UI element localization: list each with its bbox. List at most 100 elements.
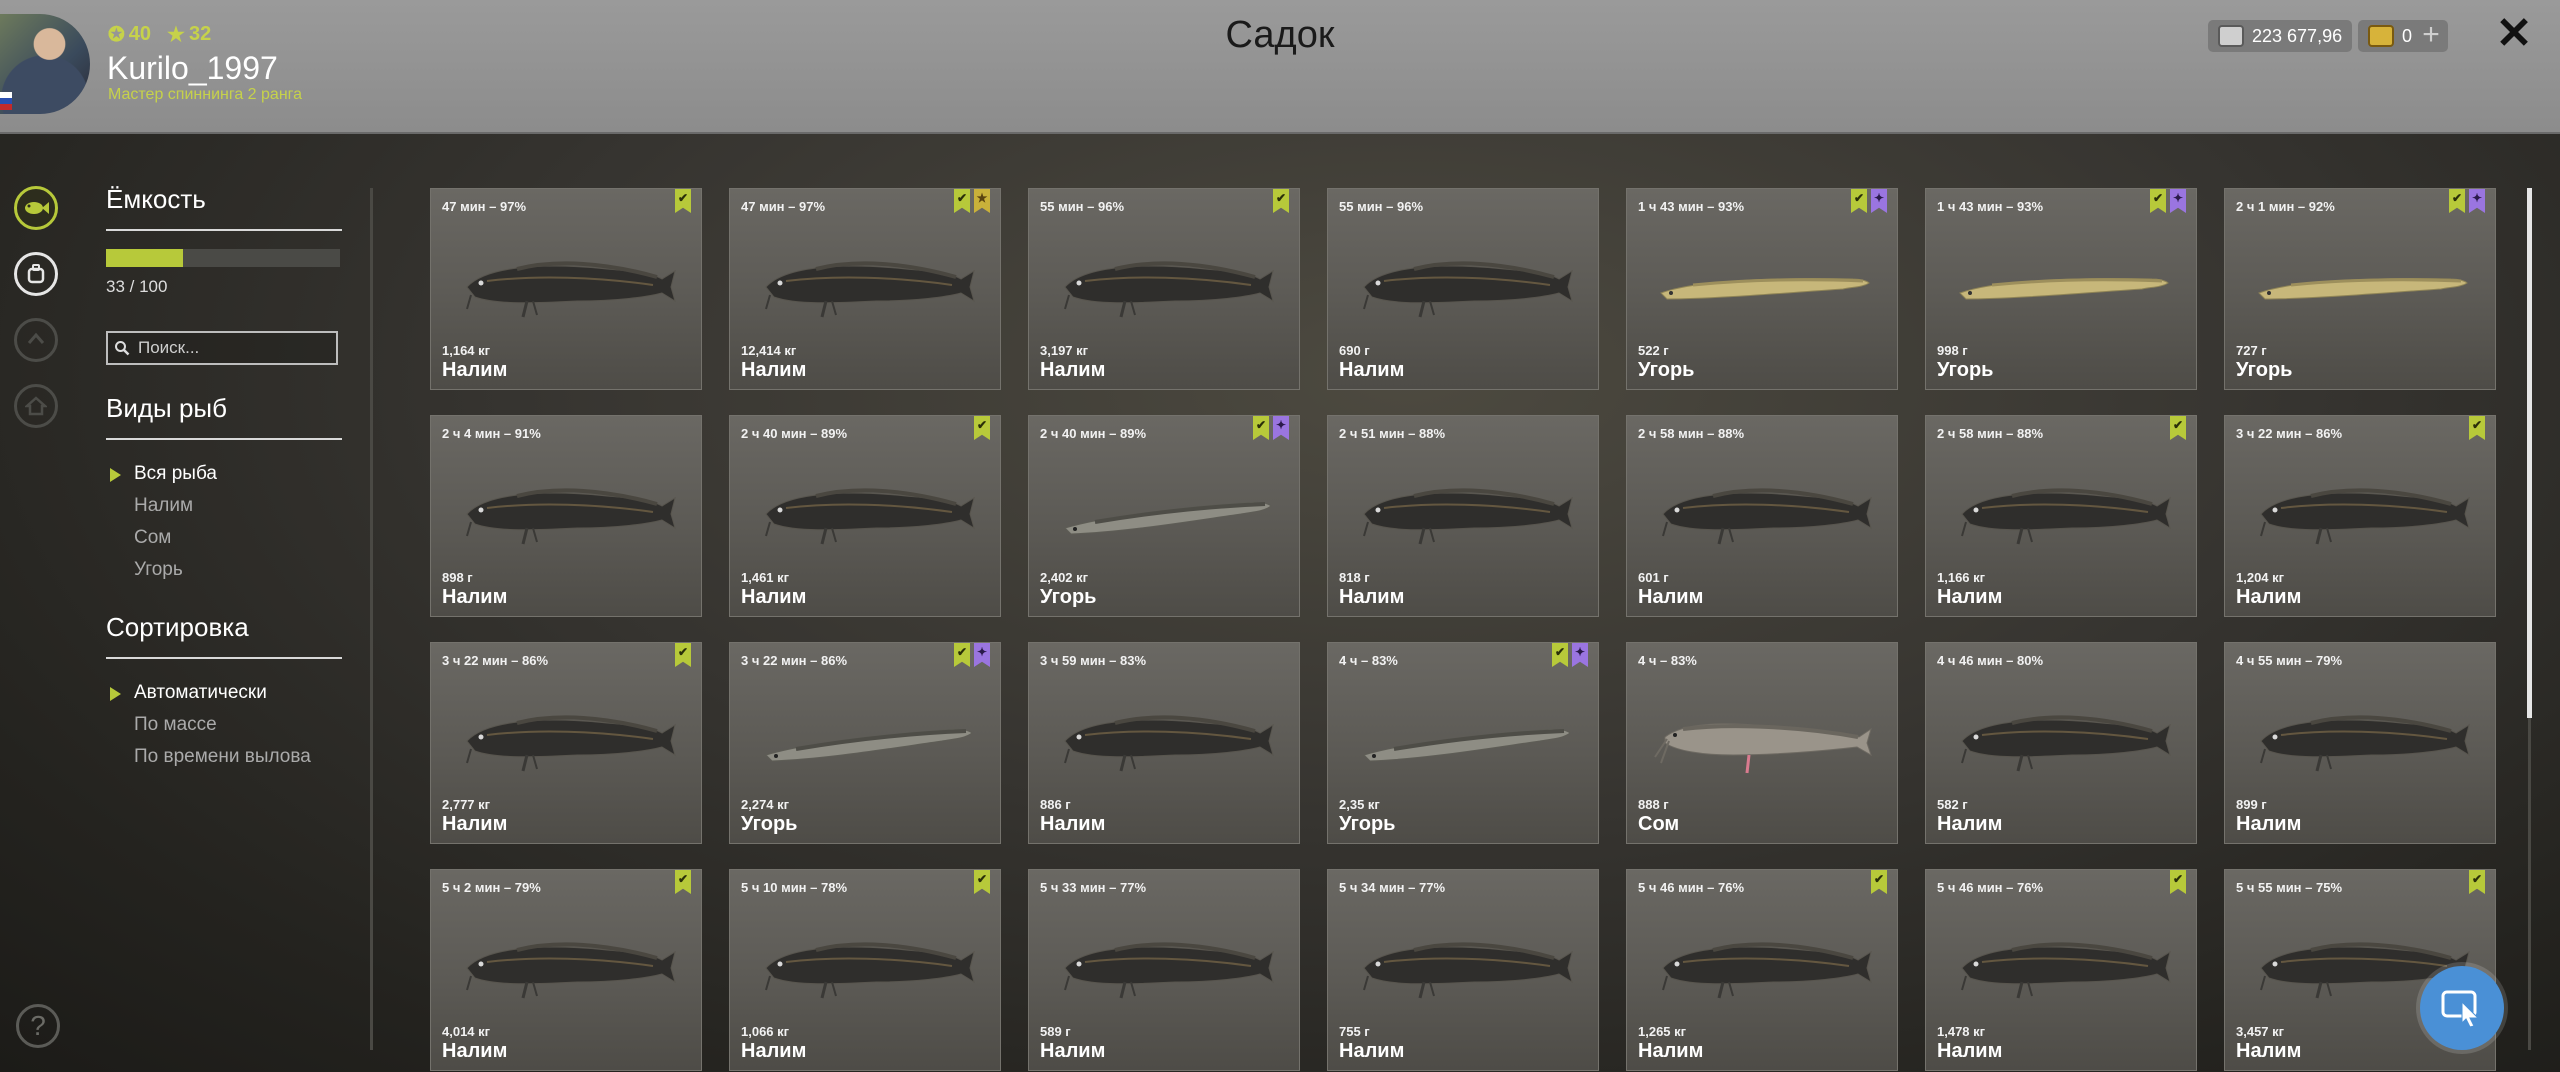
- burbot-image: [1662, 942, 1872, 999]
- fish-card[interactable]: 4 ч – 83% 888 г Сом: [1626, 642, 1898, 844]
- fish-card[interactable]: 5 ч 46 мин – 76% ✔ 1,265 кг Налим: [1626, 869, 1898, 1071]
- fish-card[interactable]: 3 ч 22 мин – 86% ✔ ✦ 2,274 кг Угорь: [729, 642, 1001, 844]
- page-title: Садок: [1225, 14, 1335, 56]
- species-filter-item[interactable]: Налим: [106, 490, 342, 522]
- silver-balance: 223 677,96: [2208, 20, 2353, 52]
- fish-weight: 899 г: [2236, 797, 2267, 812]
- inventory-bag-icon[interactable]: [14, 252, 58, 296]
- close-button[interactable]: ✕: [2494, 12, 2534, 56]
- sort-option-item[interactable]: По массе: [106, 709, 342, 741]
- fish-weight: 2,35 кг: [1339, 797, 1380, 812]
- catch-time: 2 ч 40 мин – 89%: [741, 426, 848, 441]
- catch-time: 4 ч – 83%: [1339, 653, 1398, 668]
- cursor-mode-button[interactable]: [2420, 966, 2504, 1050]
- help-icon[interactable]: ?: [16, 1004, 60, 1048]
- sort-option-item[interactable]: Автоматически: [106, 677, 342, 709]
- fish-card[interactable]: 47 мин – 97% ✔ 1,164 кг Налим: [430, 188, 702, 390]
- fish-name: Налим: [1040, 1040, 1106, 1062]
- fish-name: Налим: [1339, 359, 1405, 381]
- fish-card[interactable]: 5 ч 10 мин – 78% ✔ 1,066 кг Налим: [729, 869, 1001, 1071]
- eel-image: [2258, 278, 2468, 300]
- search-input[interactable]: [136, 337, 330, 359]
- fish-card[interactable]: 47 мин – 97% ✔ ★ 12,414 кг Налим: [729, 188, 1001, 390]
- fish-name: Налим: [1040, 359, 1106, 381]
- fish-card[interactable]: 3 ч 22 мин – 86% ✔ 2,777 кг Налим: [430, 642, 702, 844]
- fish-name: Налим: [1638, 586, 1704, 608]
- fish-card[interactable]: 5 ч 34 мин – 77% 755 г Налим: [1327, 869, 1599, 1071]
- fish-card[interactable]: 5 ч 46 мин – 76% ✔ 1,478 кг Налим: [1925, 869, 2197, 1071]
- fish-card[interactable]: 2 ч 58 мин – 88% ✔ 1,166 кг Налим: [1925, 415, 2197, 617]
- purple-ribbon-icon: ✦: [1871, 189, 1887, 213]
- checkmark-ribbon-icon: ✔: [1871, 870, 1887, 894]
- add-currency-button[interactable]: +: [2414, 20, 2448, 52]
- fish-card[interactable]: 4 ч 55 мин – 79% 899 г Налим: [2224, 642, 2496, 844]
- checkmark-ribbon-icon: ✔: [2449, 189, 2465, 213]
- fish-weight: 1,461 кг: [741, 570, 790, 585]
- catch-time: 4 ч 46 мин – 80%: [1937, 653, 2044, 668]
- eel-image: [1660, 278, 1870, 300]
- fish-name: Угорь: [1638, 359, 1695, 381]
- fish-card[interactable]: 3 ч 22 мин – 86% ✔ 1,204 кг Налим: [2224, 415, 2496, 617]
- keepnet-fish-icon[interactable]: [14, 186, 58, 230]
- catch-time: 4 ч – 83%: [1638, 653, 1697, 668]
- burbot-image: [1064, 942, 1274, 999]
- purple-ribbon-icon: ✦: [1572, 643, 1588, 667]
- fish-weight: 886 г: [1040, 797, 1071, 812]
- gold-amount: 0: [2402, 25, 2413, 46]
- burbot-image: [466, 715, 676, 772]
- fish-card[interactable]: 4 ч – 83% ✔ ✦ 2,35 кг Угорь: [1327, 642, 1599, 844]
- card-badges: ✔: [2170, 416, 2186, 440]
- fish-card[interactable]: 1 ч 43 мин – 93% ✔ ✦ 522 г Угорь: [1626, 188, 1898, 390]
- fish-card[interactable]: 2 ч 1 мин – 92% ✔ ✦ 727 г Угорь: [2224, 188, 2496, 390]
- catch-time: 5 ч 46 мин – 76%: [1937, 880, 2044, 895]
- fish-card[interactable]: 2 ч 4 мин – 91% 898 г Налим: [430, 415, 702, 617]
- fish-card[interactable]: 5 ч 2 мин – 79% ✔ 4,014 кг Налим: [430, 869, 702, 1071]
- catch-time: 3 ч 59 мин – 83%: [1040, 653, 1147, 668]
- card-badges: ✔ ✦: [2150, 189, 2186, 213]
- card-badges: ✔: [974, 416, 990, 440]
- fish-name: Угорь: [2236, 359, 2293, 381]
- fish-weight: 1,204 кг: [2236, 570, 2285, 585]
- fish-card[interactable]: 2 ч 51 мин – 88% 818 г Налим: [1327, 415, 1599, 617]
- burbot-image: [1662, 488, 1872, 545]
- catch-time: 2 ч 58 мин – 88%: [1638, 426, 1745, 441]
- fish-weight: 755 г: [1339, 1024, 1370, 1039]
- search-icon: [115, 341, 130, 356]
- checkmark-ribbon-icon: ✔: [954, 189, 970, 213]
- eel-image: [1064, 501, 1272, 535]
- card-badges: ✔: [675, 870, 691, 894]
- fish-card[interactable]: 3 ч 59 мин – 83% 886 г Налим: [1028, 642, 1300, 844]
- species-filter-item[interactable]: Угорь: [106, 554, 342, 586]
- fish-name: Угорь: [1339, 813, 1396, 835]
- fish-card[interactable]: 4 ч 46 мин – 80% 582 г Налим: [1925, 642, 2197, 844]
- fish-card[interactable]: 2 ч 40 мин – 89% ✔ 1,461 кг Налим: [729, 415, 1001, 617]
- sort-option-item[interactable]: По времени вылова: [106, 741, 342, 773]
- fish-card[interactable]: 1 ч 43 мин – 93% ✔ ✦ 998 г Угорь: [1925, 188, 2197, 390]
- card-badges: ✔: [675, 189, 691, 213]
- checkmark-ribbon-icon: ✔: [2170, 416, 2186, 440]
- fish-card[interactable]: 2 ч 40 мин – 89% ✔ ✦ 2,402 кг Угорь: [1028, 415, 1300, 617]
- fish-card[interactable]: 55 мин – 96% 690 г Налим: [1327, 188, 1599, 390]
- fish-card[interactable]: 5 ч 33 мин – 77% 589 г Налим: [1028, 869, 1300, 1071]
- catch-time: 47 мин – 97%: [741, 199, 826, 214]
- checkmark-ribbon-icon: ✔: [675, 189, 691, 213]
- search-box[interactable]: [106, 331, 338, 365]
- species-filter-item[interactable]: Сом: [106, 522, 342, 554]
- fish-name: Налим: [1937, 586, 2003, 608]
- fish-name: Налим: [1638, 1040, 1704, 1062]
- fish-card[interactable]: 2 ч 58 мин – 88% 601 г Налим: [1626, 415, 1898, 617]
- burbot-image: [1363, 488, 1573, 545]
- fish-name: Налим: [442, 586, 508, 608]
- card-badges: ✔: [1273, 189, 1289, 213]
- fish-card[interactable]: 55 мин – 96% ✔ 3,197 кг Налим: [1028, 188, 1300, 390]
- species-title: Виды рыб: [106, 393, 342, 440]
- fish-weight: 1,478 кг: [1937, 1024, 1986, 1039]
- scrollbar-thumb[interactable]: [2527, 188, 2532, 718]
- burbot-image: [765, 488, 975, 545]
- species-filter-item[interactable]: Вся рыба: [106, 458, 342, 490]
- checkmark-ribbon-icon: ✔: [1273, 189, 1289, 213]
- checkmark-ribbon-icon: ✔: [2469, 870, 2485, 894]
- card-badges: ✔: [2170, 870, 2186, 894]
- sort-list: Автоматически По массе По времени вылова: [106, 677, 342, 773]
- purple-ribbon-icon: ✦: [1273, 416, 1289, 440]
